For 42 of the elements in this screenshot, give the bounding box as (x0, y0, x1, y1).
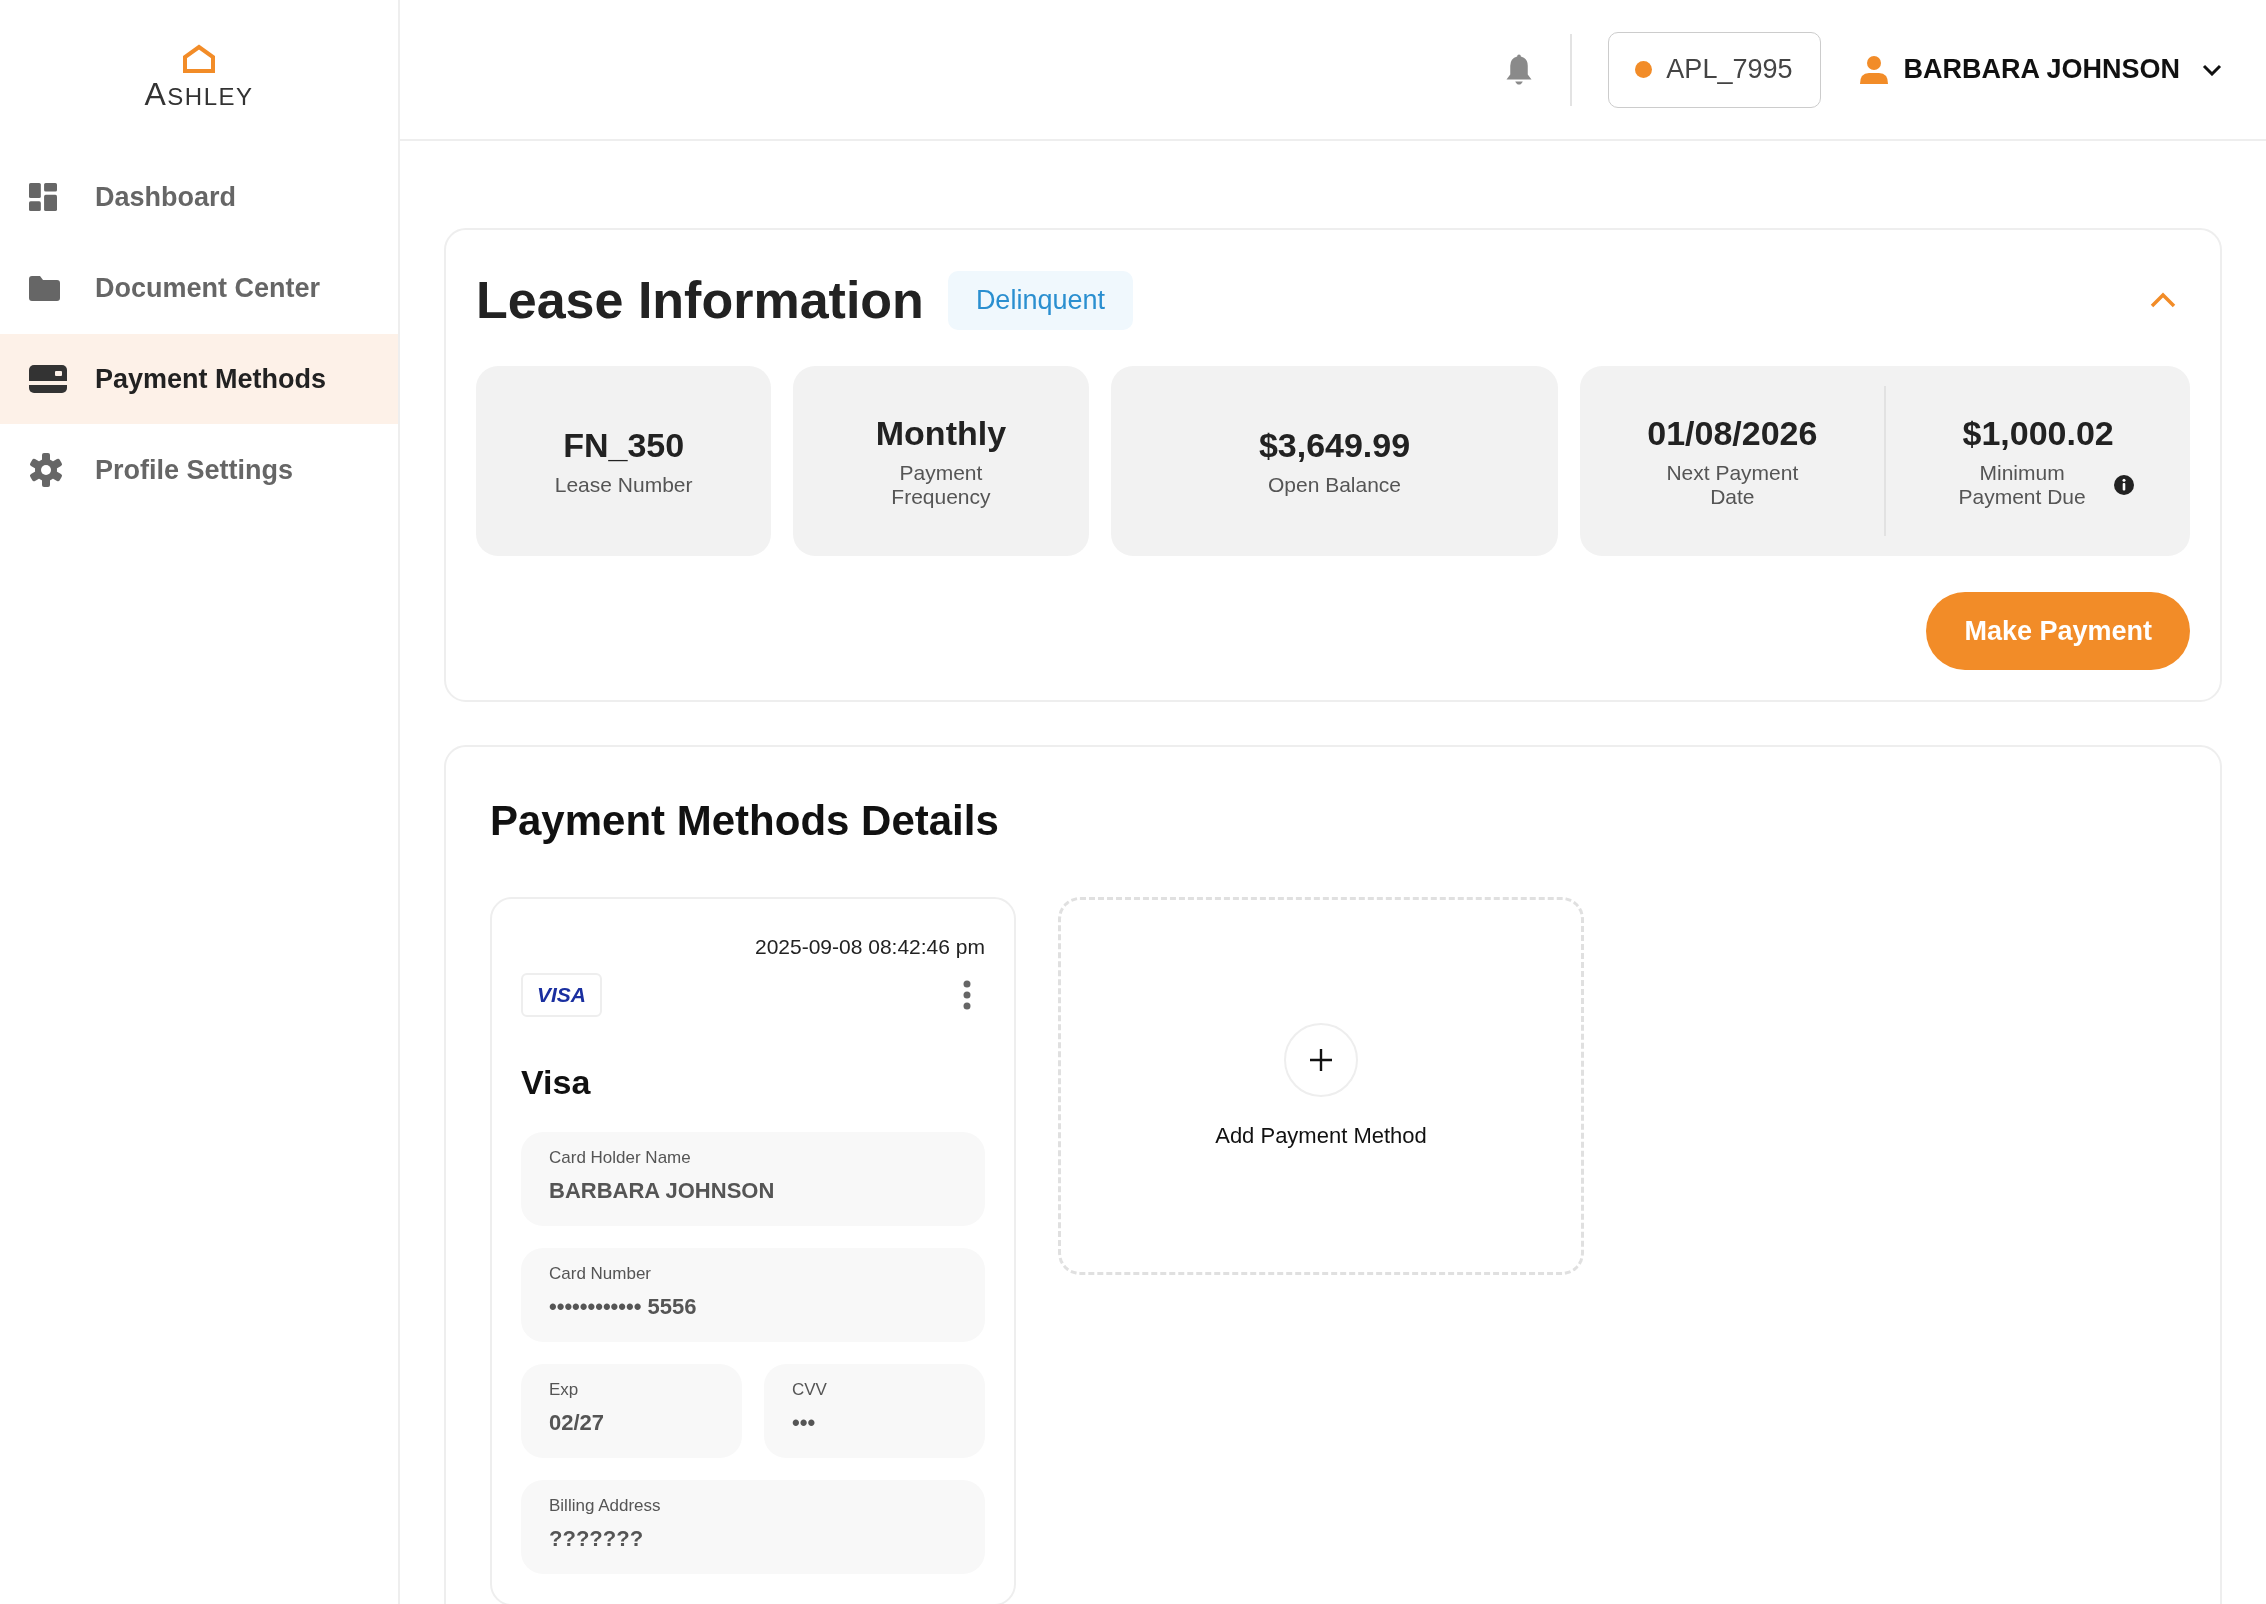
section-title: Lease Information (476, 270, 924, 330)
sidebar-item[interactable]: Dashboard (0, 152, 398, 242)
add-label: Add Payment Method (1215, 1123, 1427, 1149)
info-icon[interactable] (2114, 474, 2135, 495)
folder-icon (29, 275, 60, 301)
sidebar-item[interactable]: Profile Settings (0, 425, 398, 515)
card-name: Visa (521, 1063, 592, 1102)
sidebar-item[interactable]: Payment Methods (0, 334, 398, 424)
stat-value: 01/08/2026 (1647, 414, 1818, 454)
account-selector[interactable]: APL_7995 (1608, 31, 1822, 108)
more-options-icon[interactable] (963, 980, 971, 1010)
status-dot (1635, 61, 1653, 78)
logo-text: ASHLEY (144, 76, 254, 113)
card-brand-logo: VISA (521, 973, 602, 1017)
card-field: Billing Address ??????? (521, 1480, 985, 1574)
stat-label: Lease Number (554, 472, 693, 497)
add-payment-method-card[interactable]: Add Payment Method (1058, 897, 1584, 1275)
settings-icon (29, 453, 63, 487)
card-field: CVV ••• (764, 1364, 985, 1458)
stat-value: FN_350 (563, 425, 685, 465)
credit-card-icon (29, 365, 67, 393)
stat-label: Minimum Payment Due (1957, 461, 2087, 508)
house-icon (182, 44, 216, 74)
bell-icon[interactable] (1504, 53, 1535, 86)
dashboard-icon (29, 183, 57, 211)
user-menu[interactable]: BARBARA JOHNSON (1859, 54, 2222, 85)
stat-value: Monthly (875, 414, 1007, 454)
stat-label: Open Balance (1267, 472, 1402, 497)
stat-label: Next Payment Date (1665, 461, 1800, 508)
section-title: Payment Methods Details (490, 797, 1000, 845)
status-badge: Delinquent (947, 270, 1133, 330)
timestamp: 2025-09-08 08:42:46 pm (754, 935, 985, 959)
stat-value: $3,649.99 (1258, 425, 1411, 465)
plus-icon (1309, 1048, 1333, 1072)
user-icon (1859, 54, 1890, 85)
card-field: Exp 02/27 (521, 1364, 742, 1458)
chevron-down-icon (2202, 63, 2222, 76)
card-field: Card Number •••••••••••• 5556 (521, 1248, 985, 1342)
card-field: Card Holder Name BARBARA JOHNSON (521, 1132, 985, 1226)
stat-value: $1,000.02 (1962, 414, 2114, 454)
stat-label: Payment Frequency (890, 461, 992, 508)
sidebar-item[interactable]: Document Center (0, 243, 398, 333)
